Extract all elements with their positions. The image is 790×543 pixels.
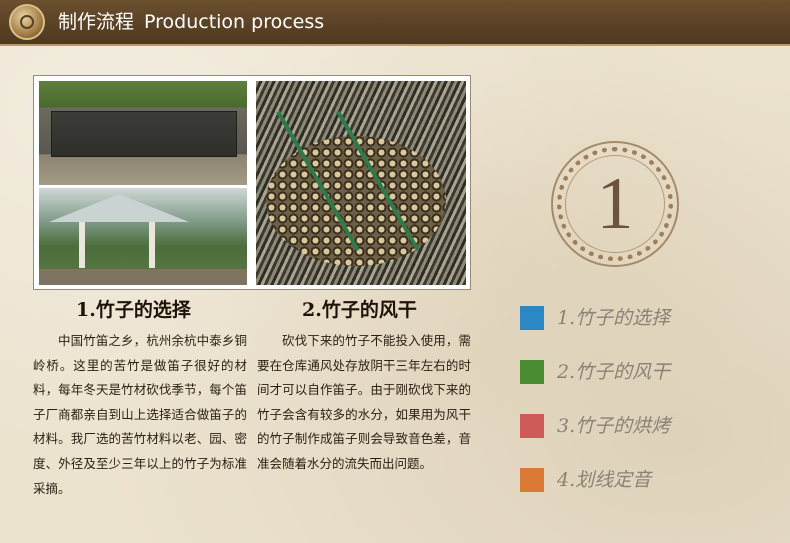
step-1-label: 1.竹子的选择: [557, 307, 671, 329]
step-2-color-swatch: [520, 360, 544, 384]
page-title-en: Production process: [144, 11, 325, 33]
pavilion-photo: [39, 188, 247, 285]
step-4-label: 4.划线定音: [557, 469, 652, 491]
step-4-color-swatch: [520, 468, 544, 492]
logo-medallion-icon: [9, 4, 45, 40]
pavilion-roof: [49, 194, 189, 222]
header-bar: 制作流程 Production process: [0, 0, 790, 44]
pavilion-post: [79, 222, 85, 268]
step-number-badge: 1: [551, 141, 679, 267]
page-title-cn: 制作流程: [58, 11, 135, 33]
step-3-color-swatch: [520, 414, 544, 438]
page-title: 制作流程 Production process: [58, 9, 324, 35]
pavilion-post: [149, 222, 155, 268]
step-2-label: 2.竹子的风干: [557, 361, 671, 383]
stone-monument-photo: [39, 81, 247, 185]
section-2-body: 砍伐下来的竹子不能投入使用，需要在仓库通风处存放阴干三年左右的时间才可以自作笛子…: [257, 333, 471, 471]
photo-frame: [33, 75, 471, 290]
step-number: 1: [596, 163, 634, 245]
stone-plaque: [51, 111, 237, 157]
pavilion-ground: [39, 269, 247, 285]
section-2-title: 2.竹子的风干: [302, 299, 417, 321]
section-1-body: 中国竹笛之乡，杭州余杭中泰乡铜岭桥。这里的苦竹是做笛子很好的材料，每年冬天是竹材…: [33, 333, 247, 496]
step-3-label: 3.竹子的烘烤: [557, 415, 671, 437]
section-1-title: 1.竹子的选择: [76, 299, 191, 321]
step-1-color-swatch: [520, 306, 544, 330]
header-divider: [0, 44, 790, 46]
bamboo-bundle-photo: [256, 81, 466, 285]
